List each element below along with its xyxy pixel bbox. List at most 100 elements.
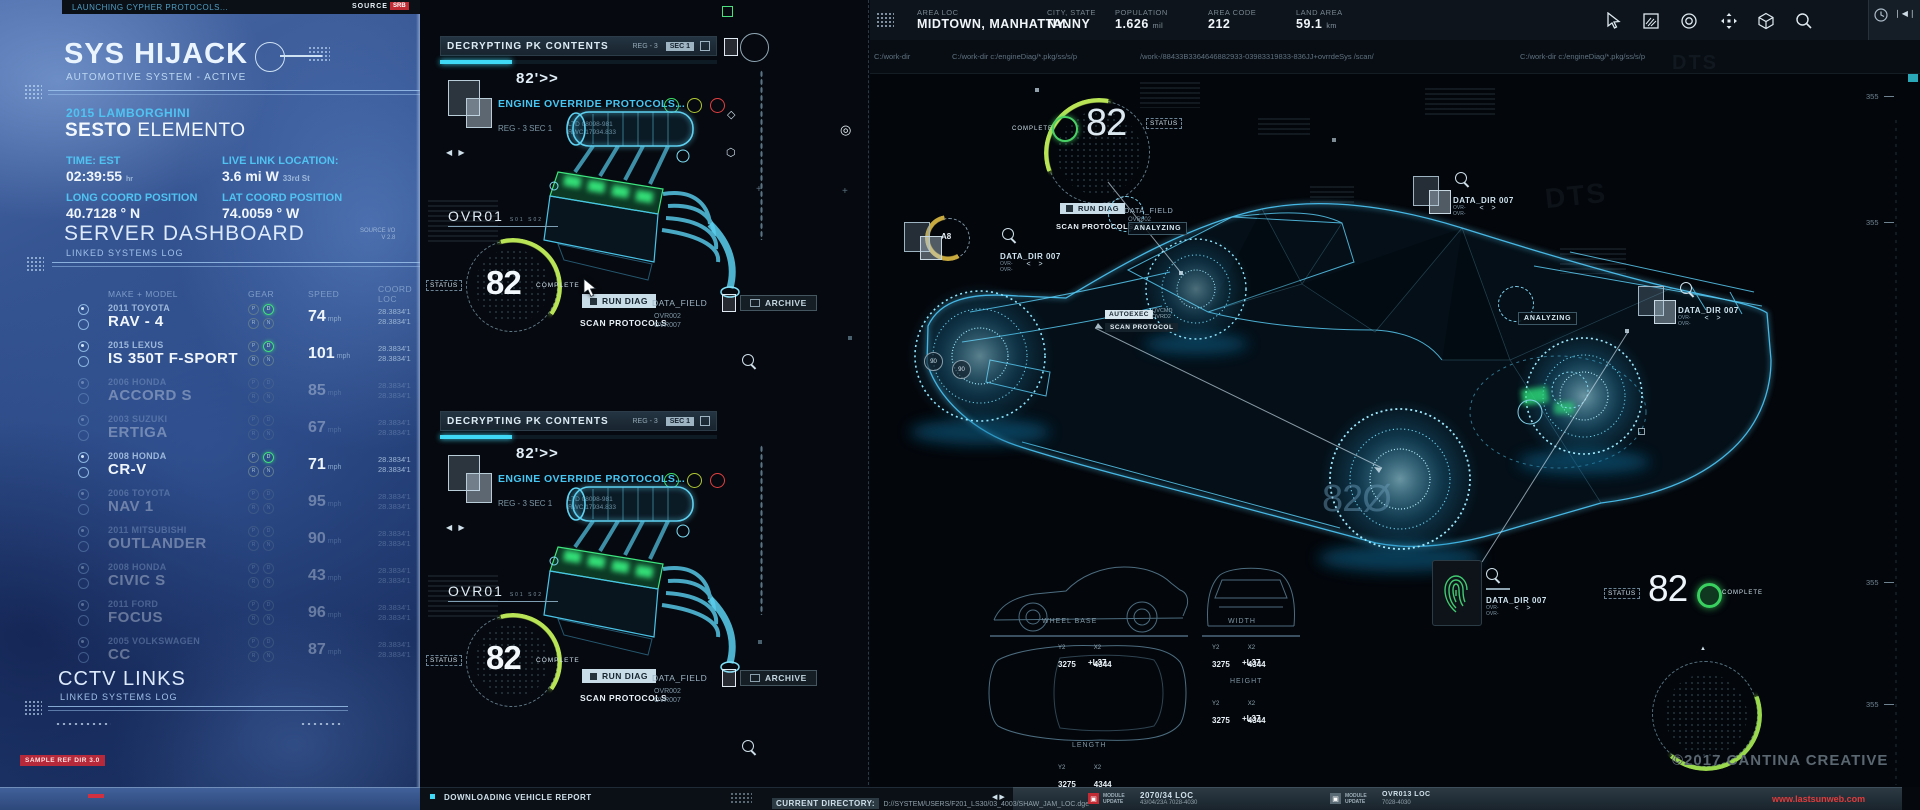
cube-tool-icon[interactable] [1757,12,1775,30]
radio-icon[interactable] [78,526,89,537]
cursor-tool-icon[interactable] [1605,12,1623,30]
run-diag-button[interactable]: RUN DIAG [582,669,656,683]
dim-width-extra: +L37 [1242,658,1260,667]
archive-button-1[interactable]: ARCHIVE [740,295,817,311]
doc-icon[interactable] [722,669,736,687]
table-row[interactable]: 2005 VOLKSWAGENCCPDRN87mph28.3834'128.38… [78,631,416,668]
module-code: 2070/34 LOC [1140,791,1194,800]
target-tool-icon[interactable] [1680,12,1698,30]
table-row[interactable]: 2015 LEXUSIS 350T F-SPORTPDRN101mph28.38… [78,335,416,372]
document-icon[interactable] [724,38,738,56]
target-ring-icon[interactable]: ◎ [840,122,851,138]
uplink-icon[interactable] [722,6,733,17]
row-bullets[interactable] [78,637,108,663]
row-bullets[interactable] [78,415,108,441]
search-tool-icon[interactable] [1795,12,1813,30]
row-bullets[interactable] [78,526,108,552]
row-bullets[interactable] [78,304,108,330]
panel-header[interactable]: DECRYPTING PK CONTENTS REG - 3 SEC 1 [440,36,717,56]
radio-icon[interactable] [78,415,89,426]
row-speed: 67mph [308,419,378,437]
row-speed: 101mph [308,345,378,363]
row-coords: 28.3834'128.3834'1 [378,381,416,401]
radio-icon[interactable] [78,304,89,315]
radio-icon[interactable] [78,563,89,574]
image-tool-icon[interactable] [1642,12,1660,30]
data-dir-marker[interactable]: DATA_DIR 007 OVR-OVR-< > [1640,282,1739,327]
table-row[interactable]: 2006 TOYOTANAV 1PDRN95mph28.3834'128.383… [78,483,416,520]
archive-button-2[interactable]: ARCHIVE [740,670,817,686]
radio-icon[interactable] [78,378,89,389]
row-bullets[interactable] [78,341,108,367]
radio-icon[interactable] [78,652,89,663]
table-row[interactable]: 2003 SUZUKIERTIGAPDRN67mph28.3834'128.38… [78,409,416,446]
radio-icon[interactable] [78,452,89,463]
gauge-speckle [1665,674,1747,756]
clock-icon[interactable] [1874,8,1888,22]
row-bullets[interactable] [78,600,108,626]
panel-corner-icon[interactable] [700,416,710,426]
decrypt-percent: 82'>> [516,70,559,87]
radio-icon[interactable] [78,467,89,478]
radio-icon[interactable] [78,489,89,500]
status-dot [430,794,435,799]
divider [52,262,420,267]
table-row[interactable]: 2011 FORDFOCUSPDRN96mph28.3834'128.3834'… [78,594,416,631]
radio-icon[interactable] [78,393,89,404]
playback-controls[interactable]: ◀ ▶ [446,523,467,532]
magnifier-icon[interactable] [742,354,754,366]
radio-icon[interactable] [78,430,89,441]
row-bullets[interactable] [78,452,108,478]
panel-corner-icon[interactable] [700,41,710,51]
radio-icon[interactable] [78,341,89,352]
power-icon[interactable] [255,42,285,72]
decrypt-progress-fill [440,435,512,439]
table-row[interactable]: 2011 MITSUBISHIOUTLANDERPDRN90mph28.3834… [78,520,416,557]
table-row[interactable]: 2008 HONDACR-VPDRN71mph28.3834'128.3834'… [78,446,416,483]
data-dir-marker-bottom[interactable]: DATA_DIR 007 OVR-OVR-< > [1486,568,1547,617]
autoexec-badge[interactable]: AUTOEXEC [1105,310,1153,319]
cube-icon[interactable]: ⬡ [726,146,736,159]
row-bullets[interactable] [78,563,108,589]
gear-indicator: PDRN [248,489,275,514]
radio-icon[interactable] [78,504,89,515]
diamond-icon[interactable]: ◇ [727,108,735,121]
magnifier-icon[interactable] [742,740,754,752]
gauge-complete-label: COMPLETE [536,282,580,289]
radio-icon[interactable] [78,600,89,611]
playback-controls[interactable]: ◀ ▶ [446,148,467,157]
gauge-value: 82 [1648,568,1687,610]
radio-icon[interactable] [78,319,89,330]
doc-icon[interactable] [722,294,736,312]
row-make-model: 2008 HONDACR-V [108,451,248,478]
current-directory-path[interactable]: D://SYSTEM/USERS/F201_LS30/03_4003/SHAW_… [884,801,1090,808]
radio-icon[interactable] [78,615,89,626]
fingerprint-card[interactable] [1432,560,1482,626]
radio-icon[interactable] [78,578,89,589]
ghost-data-block [1140,82,1200,108]
magnifier-icon [1486,568,1498,580]
ruler-tick [1884,704,1894,705]
cctv-subtitle: LINKED SYSTEMS LOG [60,692,178,702]
playback-step-controls[interactable]: ❘◀❘ [1894,9,1917,18]
move-tool-icon[interactable] [1720,12,1738,30]
downloading-status: DOWNLOADING VEHICLE REPORT [444,793,592,802]
table-row[interactable]: 2011 TOYOTARAV - 4PDRN74mph28.3834'128.3… [78,298,416,335]
data-dir-marker[interactable]: DATA_DIR 007 OVR-OVR-< > [950,228,1061,273]
table-row[interactable]: 2008 HONDACIVIC SPDRN43mph28.3834'128.38… [78,557,416,594]
panel-header[interactable]: DECRYPTING PK CONTENTS REG - 3 SEC 1 [440,411,717,431]
nav-arrows[interactable]: ◀ ▶ [992,793,1005,801]
table-row[interactable]: 2006 HONDAACCORD SPDRN85mph28.3834'128.3… [78,372,416,409]
radio-icon[interactable] [78,356,89,367]
row-bullets[interactable] [78,489,108,515]
radio-icon[interactable] [78,541,89,552]
row-make-model: 2011 TOYOTARAV - 4 [108,303,248,330]
module-update-icon[interactable]: ▣ [1088,793,1099,804]
module-update-icon-2[interactable]: ▣ [1330,793,1341,804]
data-dir-marker[interactable]: DATA_DIR 007 OVR-OVR-< > [1415,172,1514,217]
radio-icon[interactable] [78,637,89,648]
row-bullets[interactable] [78,378,108,404]
copyright: ©2017 CANTINA CREATIVE [1672,752,1888,769]
ruler-tick [1884,96,1894,97]
gauge-value: 82 [486,639,521,677]
